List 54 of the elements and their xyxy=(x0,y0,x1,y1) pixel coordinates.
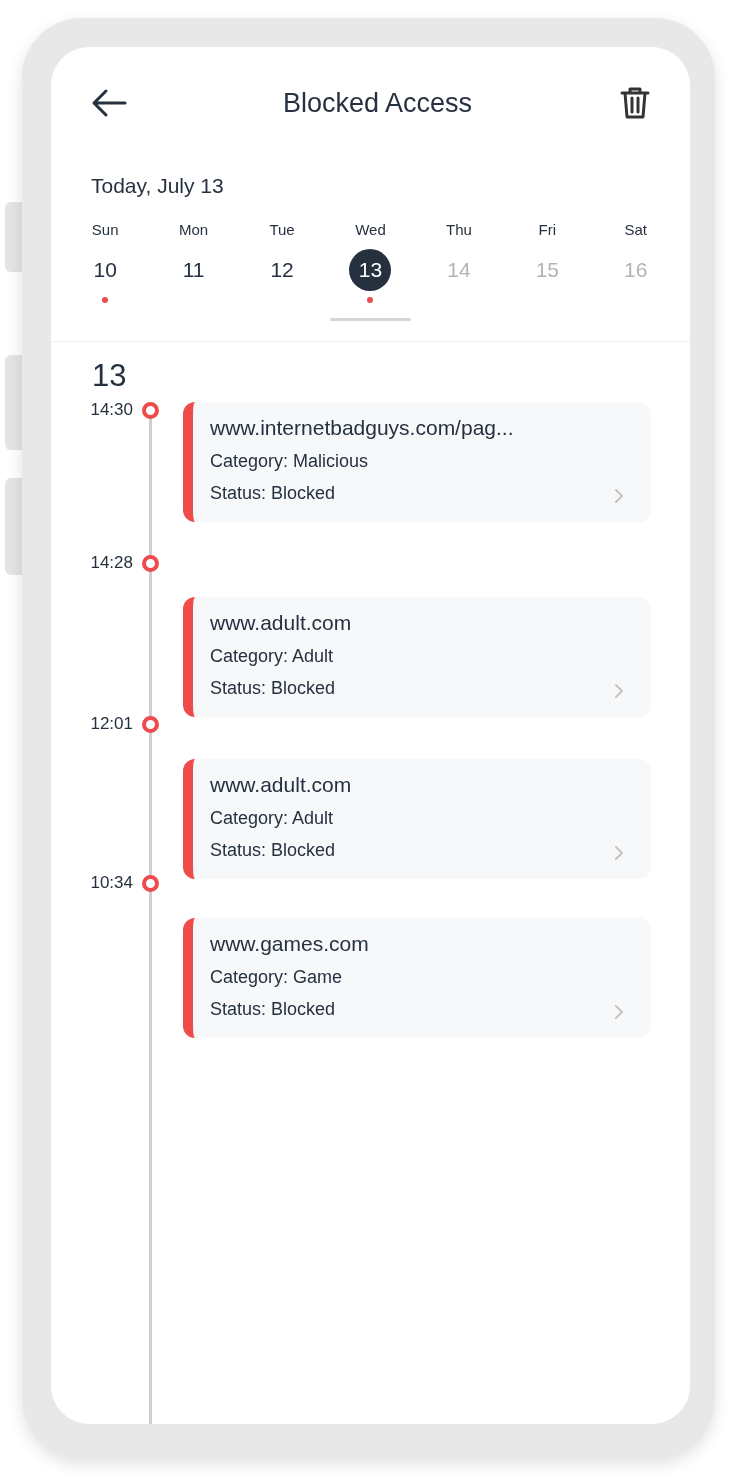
status-text: Status: Blocked xyxy=(210,482,336,505)
site-url: www.adult.com xyxy=(210,772,352,798)
day-column[interactable]: Tue 12 xyxy=(237,220,327,321)
site-url: www.adult.com xyxy=(210,610,352,636)
date-number: 15 xyxy=(534,257,560,284)
time-label: 14:30 xyxy=(89,399,133,422)
date-number: 14 xyxy=(446,257,472,284)
weekday-label: Thu xyxy=(446,220,472,240)
weekday-label: Sat xyxy=(624,220,648,240)
day-column[interactable]: Fri 15 xyxy=(503,220,592,321)
chevron-right-icon xyxy=(614,845,624,861)
site-url: www.internetbadguys.com/pag... xyxy=(210,415,514,441)
timeline-marker xyxy=(142,401,159,419)
timeline-marker xyxy=(142,874,159,892)
status-text: Status: Blocked xyxy=(210,839,336,862)
weekday-label: Mon xyxy=(179,220,209,240)
date-number: 12 xyxy=(269,257,295,284)
chevron-right-icon xyxy=(614,683,624,699)
day-column[interactable]: Mon 11 xyxy=(149,220,238,321)
status-text: Status: Blocked xyxy=(210,998,336,1021)
date-number: 16 xyxy=(623,257,649,284)
status-text: Status: Blocked xyxy=(210,677,336,700)
weekday-label: Sun xyxy=(91,220,119,240)
date-number: 13 xyxy=(349,249,392,291)
timeline-marker xyxy=(142,715,159,733)
day-column[interactable]: Sat 16 xyxy=(591,220,680,321)
timeline-marker xyxy=(142,554,159,572)
date-label: Today, July 13 xyxy=(91,173,225,199)
trash-icon[interactable] xyxy=(620,86,650,120)
category-text: Category: Adult xyxy=(210,807,334,830)
screen-title: Blocked Access xyxy=(282,86,473,120)
blocked-entry-card[interactable]: www.adult.com Category: Adult Status: Blocked xyxy=(183,597,651,717)
blocked-entry-card[interactable]: www.internetbadguys.com/pag... Category: Malicious Status: Blocked xyxy=(183,402,651,522)
time-label: 10:34 xyxy=(89,872,133,895)
blocked-entry-card[interactable]: www.games.com Category: Game Status: Blocked xyxy=(183,918,651,1038)
site-url: www.games.com xyxy=(210,931,369,957)
day-heading: 13 xyxy=(92,358,128,394)
category-text: Category: Game xyxy=(210,966,343,989)
chevron-right-icon xyxy=(614,1004,624,1020)
time-label: 12:01 xyxy=(89,713,133,736)
weekday-label: Tue xyxy=(269,220,295,240)
back-arrow-icon[interactable] xyxy=(91,88,127,118)
blocked-entry-card[interactable]: www.adult.com Category: Adult Status: Blocked xyxy=(183,759,651,879)
day-column[interactable]: Wed 13 xyxy=(326,220,415,321)
day-column[interactable]: Thu 14 xyxy=(414,220,504,321)
date-number: 11 xyxy=(181,257,206,284)
time-label: 14:28 xyxy=(89,552,133,575)
category-text: Category: Malicious xyxy=(210,450,369,473)
weekday-label: Fri xyxy=(538,220,557,240)
weekday-label: Wed xyxy=(355,220,386,240)
day-column[interactable]: Sun 10 xyxy=(61,220,150,321)
date-number: 10 xyxy=(92,257,118,284)
category-text: Category: Adult xyxy=(210,645,334,668)
chevron-right-icon xyxy=(614,488,624,504)
